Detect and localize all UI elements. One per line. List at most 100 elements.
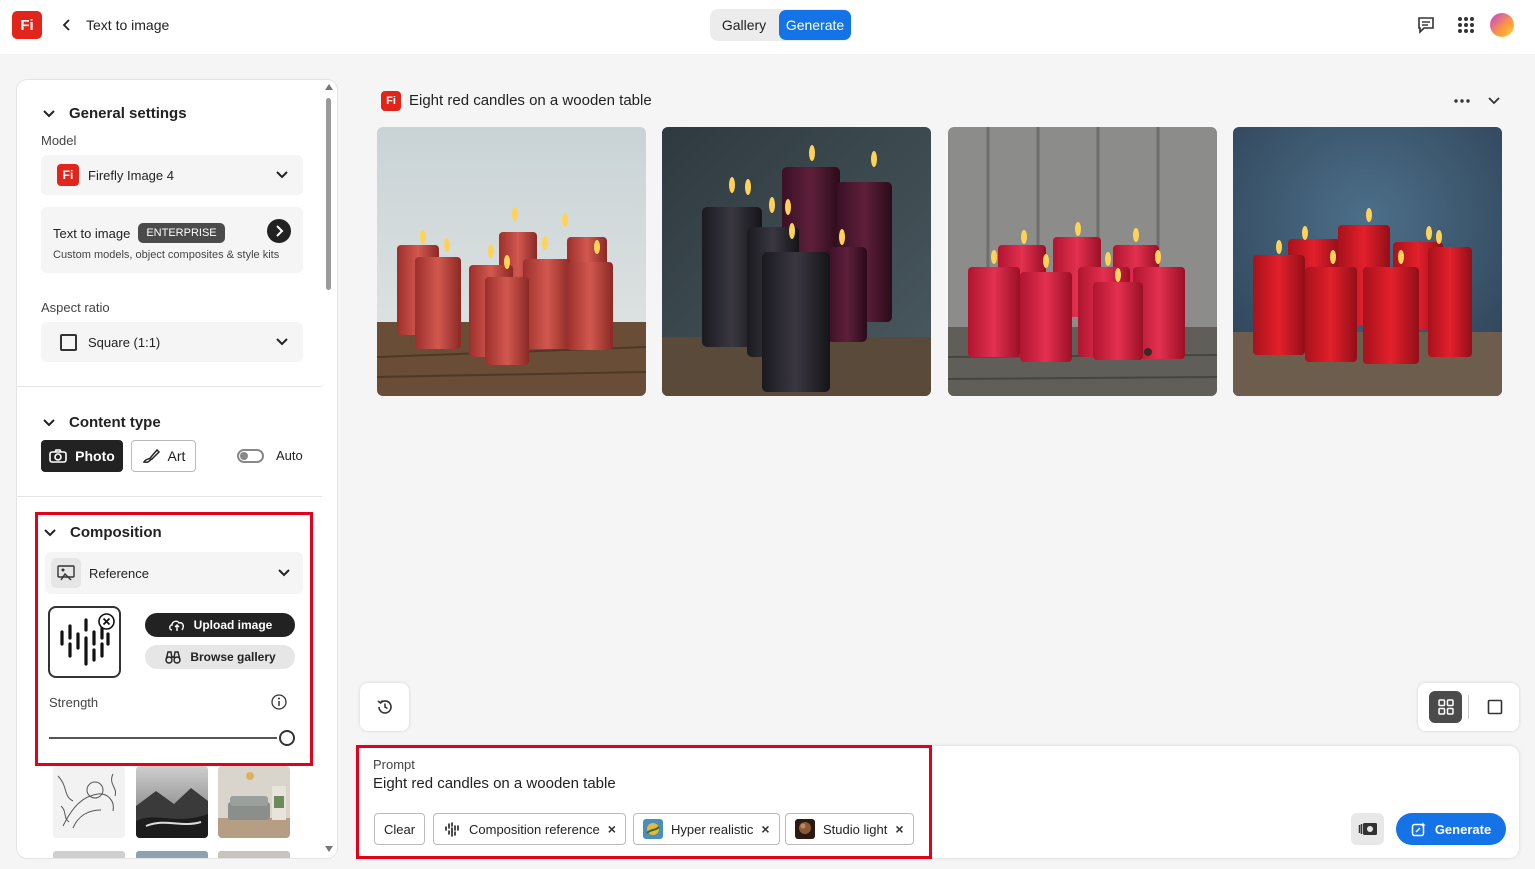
view-toggle [1418,683,1519,731]
composition-title: Composition [70,524,162,541]
generate-sparkle-icon [1411,822,1426,837]
chip-label: Hyper realistic [671,821,754,837]
prompt-label: Prompt [373,757,415,772]
t2i-open-button[interactable] [267,219,291,243]
model-dropdown[interactable]: Fi Firefly Image 4 [41,155,303,195]
panel-scrollbar[interactable] [326,98,331,290]
strength-slider-track[interactable] [49,737,277,739]
gallery-tab[interactable]: Gallery [710,9,778,41]
content-type-header[interactable]: Content type [43,414,161,431]
top-bar: Fi Text to image Gallery Generate [0,0,1535,54]
square-icon [60,333,77,351]
camera-icon [49,449,67,463]
reference-gallery-item[interactable] [136,766,208,838]
chevron-down-icon [276,338,288,346]
reference-gallery-item[interactable] [218,851,290,858]
chevron-down-icon [43,109,55,117]
avatar[interactable] [1490,13,1514,37]
generate-button[interactable]: Generate [1396,813,1506,845]
enterprise-badge: ENTERPRISE [138,223,225,243]
hyper-realistic-style-icon [643,819,663,839]
firefly-logo[interactable]: Fi [12,11,42,39]
history-button[interactable] [360,683,409,731]
apps-grid-icon[interactable] [1456,15,1476,35]
upload-image-button[interactable]: Upload image [145,613,295,637]
chevron-right-icon [276,225,284,237]
chevron-down-icon [276,171,288,179]
chip-composition-reference[interactable]: Composition reference × [433,813,626,845]
firefly-model-icon: Fi [57,164,79,186]
grid-view-icon [1437,699,1454,715]
scroll-down-icon[interactable] [325,846,333,852]
reference-gallery-item[interactable] [218,766,290,838]
view-toggle-divider [1468,695,1469,719]
generated-image-2[interactable] [662,127,931,396]
general-settings-title: General settings [69,105,187,122]
studio-light-style-icon [795,819,815,839]
page-title: Text to image [86,17,170,33]
feedback-icon[interactable] [1416,15,1436,35]
reference-gallery-item[interactable] [53,851,125,858]
composition-header[interactable]: Composition [44,524,162,541]
mode-switch: Gallery Generate [710,9,851,41]
generation-title: Eight red candles on a wooden table [409,92,652,109]
history-icon [377,700,392,714]
scroll-up-icon[interactable] [325,84,333,90]
model-label: Model [41,133,77,148]
generate-tab[interactable]: Generate [779,10,851,40]
t2i-description: Custom models, object composites & style… [53,249,280,261]
single-view-icon [1487,699,1502,715]
chip-hyper-realistic[interactable]: Hyper realistic × [633,813,780,845]
model-value: Firefly Image 4 [88,167,174,183]
info-icon[interactable] [271,694,287,710]
close-icon[interactable]: × [608,821,616,837]
reference-icon [51,558,81,588]
reference-gallery-item[interactable] [53,766,125,838]
close-icon[interactable]: × [895,821,903,837]
remove-reference-icon[interactable] [98,613,115,630]
photo-button[interactable]: Photo [41,440,123,472]
chevron-down-icon [44,528,56,536]
text-to-image-card[interactable]: Text to image ENTERPRISE Custom models, … [41,207,303,273]
section-divider [17,386,322,387]
reference-label: Reference [89,565,149,581]
binoculars-icon [165,651,182,664]
photo-label: Photo [75,448,115,464]
close-icon[interactable]: × [761,821,769,837]
chevron-down-icon [43,418,55,426]
cloud-upload-icon [168,620,184,631]
section-divider [17,496,322,497]
browse-gallery-button[interactable]: Browse gallery [145,645,295,669]
chevron-left-icon[interactable] [60,17,74,33]
art-button[interactable]: Art [131,440,196,472]
clear-label: Clear [384,821,416,837]
more-options-icon[interactable] [1453,95,1471,107]
prompt-input[interactable]: Eight red candles on a wooden table [373,775,616,792]
image-reference-icon [1358,823,1377,835]
grid-view-button[interactable] [1429,691,1462,723]
clear-button[interactable]: Clear [374,813,426,845]
chip-label: Studio light [823,821,888,837]
content-type-title: Content type [69,414,161,431]
chevron-down-icon [278,569,290,577]
generated-image-1[interactable] [377,127,646,396]
chevron-down-icon[interactable] [1487,95,1501,107]
image-reference-button[interactable] [1351,813,1384,845]
auto-toggle[interactable] [237,449,264,463]
reference-dropdown[interactable]: Reference [45,552,303,594]
generated-image-3[interactable] [948,127,1217,396]
single-view-button[interactable] [1478,691,1511,723]
strength-label: Strength [49,695,99,710]
upload-image-label: Upload image [193,618,273,632]
generated-image-4[interactable] [1233,127,1502,396]
generate-label: Generate [1434,821,1492,837]
reference-gallery-item[interactable] [136,851,208,858]
general-settings-header[interactable]: General settings [43,105,187,122]
chip-label: Composition reference [469,821,600,837]
auto-label: Auto [276,448,303,463]
t2i-title: Text to image [53,225,131,241]
strength-slider-handle[interactable] [279,730,295,746]
browse-gallery-label: Browse gallery [190,650,276,664]
chip-studio-light[interactable]: Studio light × [785,813,914,845]
aspect-ratio-dropdown[interactable]: Square (1:1) [41,322,303,362]
